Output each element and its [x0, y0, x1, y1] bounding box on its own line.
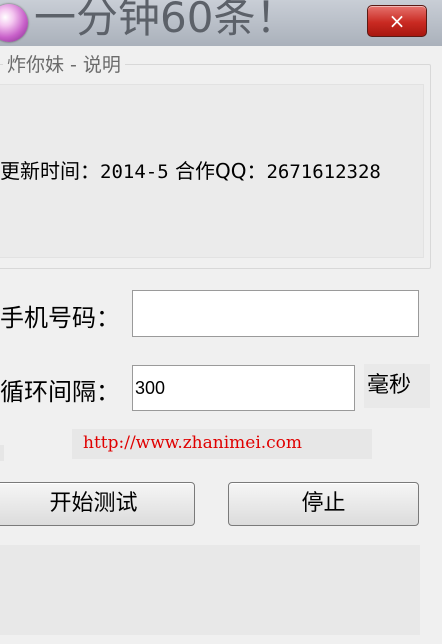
update-value: 2014-5 [100, 161, 169, 183]
close-button[interactable]: × [367, 5, 427, 37]
interval-unit: 毫秒 [364, 364, 430, 408]
phone-label: 手机号码： [0, 304, 120, 332]
close-icon: × [388, 9, 406, 33]
website-link[interactable]: http://www.zhanimei.com [83, 433, 302, 453]
update-label: 更新时间： [0, 159, 100, 183]
stop-button[interactable]: 停止 [228, 482, 419, 526]
qq-value: 2671612328 [266, 161, 381, 183]
side-mark [0, 445, 4, 461]
update-info: 更新时间：2014-5 合作QQ：2671612328 [0, 155, 381, 184]
qq-label: 合作QQ： [168, 159, 267, 183]
interval-label: 循环间隔： [0, 378, 120, 406]
interval-input[interactable] [132, 365, 355, 411]
phone-input[interactable] [132, 290, 419, 337]
start-test-button[interactable]: 开始测试 [0, 482, 195, 526]
app-icon [0, 4, 28, 42]
status-panel [0, 545, 420, 635]
title-bar: 一分钟60条！ × [0, 0, 442, 46]
window-title: 一分钟60条！ [34, 0, 298, 42]
about-group-title: 炸你妹 - 说明 [3, 50, 125, 77]
